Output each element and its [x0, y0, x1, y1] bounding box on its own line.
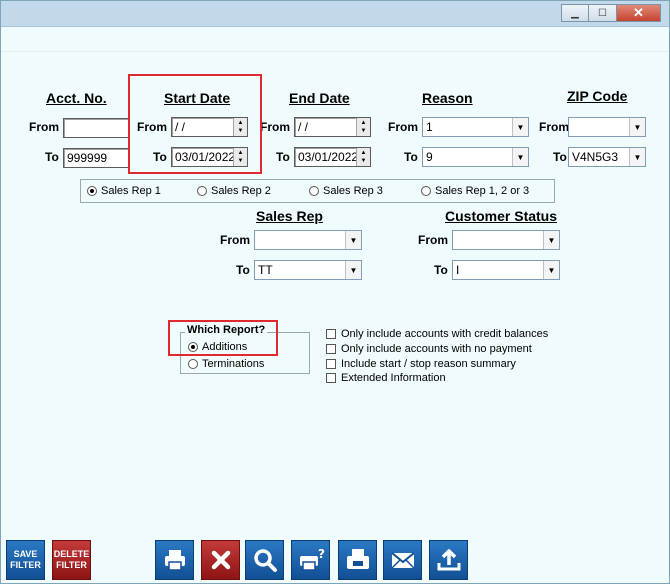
fax-button[interactable]	[338, 540, 377, 580]
checkbox-icon	[326, 329, 336, 340]
maximize-button[interactable]: ☐	[589, 4, 617, 22]
acct-no-header: Acct. No.	[46, 90, 107, 106]
end-date-header: End Date	[289, 90, 350, 106]
customer-status-header: Customer Status	[445, 208, 558, 224]
start-date-highlight	[128, 74, 262, 174]
radio-icon	[197, 186, 207, 197]
status-from-select[interactable]: ▼	[452, 230, 560, 250]
delete-filter-label: DELETE FILTER	[53, 549, 90, 570]
terminations-radio[interactable]: Terminations	[188, 358, 264, 370]
end-date-from-input[interactable]: / / ▲ ▼	[294, 117, 371, 137]
reason-from-select[interactable]: 1 ▼	[422, 117, 529, 137]
zip-to-label: To	[553, 150, 567, 164]
status-to-select[interactable]: I ▼	[452, 260, 560, 280]
print-preview-button[interactable]: ?	[291, 540, 330, 580]
chevron-down-icon[interactable]: ▼	[512, 118, 528, 136]
salesrep-from-select[interactable]: ▼	[254, 230, 362, 250]
chevron-down-icon[interactable]: ▼	[543, 231, 559, 249]
acct-to-input[interactable]: 999999	[63, 148, 129, 168]
minimize-button[interactable]: ▁	[561, 4, 589, 22]
chevron-down-icon[interactable]: ▼	[345, 261, 361, 279]
search-button[interactable]	[245, 540, 284, 580]
radio-icon	[421, 186, 431, 197]
email-button[interactable]	[383, 540, 422, 580]
zip-from-label: From	[539, 120, 569, 134]
end-from-spinner[interactable]: ▲ ▼	[356, 118, 370, 136]
acct-to-label: To	[45, 150, 59, 164]
sales-rep-radio-group: Sales Rep 1 Sales Rep 2 Sales Rep 3 Sale…	[80, 179, 555, 203]
sales-rep-3-radio[interactable]: Sales Rep 3	[309, 185, 383, 197]
chevron-down-icon[interactable]: ▼	[543, 261, 559, 279]
radio-icon	[309, 186, 319, 197]
checkbox-icon	[326, 344, 336, 355]
zip-from-select[interactable]: ▼	[568, 117, 646, 137]
delete-filter-button[interactable]: DELETE FILTER	[52, 540, 91, 580]
which-report-highlight	[168, 320, 278, 356]
checkbox-icon	[326, 373, 336, 384]
reason-from-label: From	[388, 120, 418, 134]
radio-selected-icon	[87, 186, 97, 197]
no-payment-checkbox[interactable]: Only include accounts with no payment	[326, 343, 532, 355]
acct-from-label: From	[29, 120, 59, 134]
bottom-toolbar: SAVE FILTER DELETE FILTER ?	[1, 535, 669, 583]
acct-from-input[interactable]	[63, 118, 129, 138]
salesrep-to-label: To	[236, 263, 250, 277]
cancel-icon	[211, 550, 230, 570]
chevron-down-icon[interactable]: ▼	[629, 148, 645, 166]
title-bar: ▁ ☐ ✕	[1, 1, 669, 27]
salesrep-from-label: From	[220, 233, 250, 247]
report-window: ▁ ☐ ✕ Acct. No. Start Date End Date Reas…	[0, 0, 670, 584]
end-from-label: From	[260, 120, 290, 134]
sales-rep-header: Sales Rep	[256, 208, 323, 224]
salesrep-to-select[interactable]: TT ▼	[254, 260, 362, 280]
reason-summary-checkbox[interactable]: Include start / stop reason summary	[326, 358, 516, 370]
sales-rep-1-radio[interactable]: Sales Rep 1	[87, 185, 161, 197]
zip-to-select[interactable]: V4N5G3 ▼	[568, 147, 646, 167]
filter-panel: Acct. No. Start Date End Date Reason ZIP…	[1, 51, 669, 535]
end-to-spinner[interactable]: ▲ ▼	[356, 148, 370, 166]
status-to-label: To	[434, 263, 448, 277]
chevron-down-icon[interactable]: ▼	[345, 231, 361, 249]
reason-header: Reason	[422, 90, 473, 106]
chevron-down-icon[interactable]: ▼	[512, 148, 528, 166]
close-button[interactable]: ✕	[617, 4, 661, 22]
extended-info-checkbox[interactable]: Extended Information	[326, 372, 446, 384]
zip-code-header: ZIP Code	[567, 88, 628, 104]
cancel-button[interactable]	[201, 540, 240, 580]
print-button[interactable]	[155, 540, 194, 580]
window-controls: ▁ ☐ ✕	[561, 4, 661, 22]
save-filter-button[interactable]: SAVE FILTER	[6, 540, 45, 580]
credit-balances-checkbox[interactable]: Only include accounts with credit balanc…	[326, 328, 548, 340]
save-filter-label: SAVE FILTER	[10, 549, 41, 570]
status-from-label: From	[418, 233, 448, 247]
reason-to-label: To	[404, 150, 418, 164]
search-icon	[253, 549, 277, 572]
radio-icon	[188, 359, 198, 370]
chevron-down-icon[interactable]: ▼	[629, 118, 645, 136]
print-preview-icon: ?	[299, 547, 325, 571]
fax-icon	[346, 549, 369, 569]
svg-text:?: ?	[318, 547, 325, 561]
email-icon	[390, 552, 415, 569]
checkbox-icon	[326, 359, 336, 370]
sales-rep-any-radio[interactable]: Sales Rep 1, 2 or 3	[421, 185, 529, 197]
export-icon	[437, 549, 460, 571]
sales-rep-2-radio[interactable]: Sales Rep 2	[197, 185, 271, 197]
print-icon	[164, 550, 185, 571]
end-to-label: To	[276, 150, 290, 164]
export-button[interactable]	[429, 540, 468, 580]
end-date-to-input[interactable]: 03/01/2022 ▲ ▼	[294, 147, 371, 167]
reason-to-select[interactable]: 9 ▼	[422, 147, 529, 167]
